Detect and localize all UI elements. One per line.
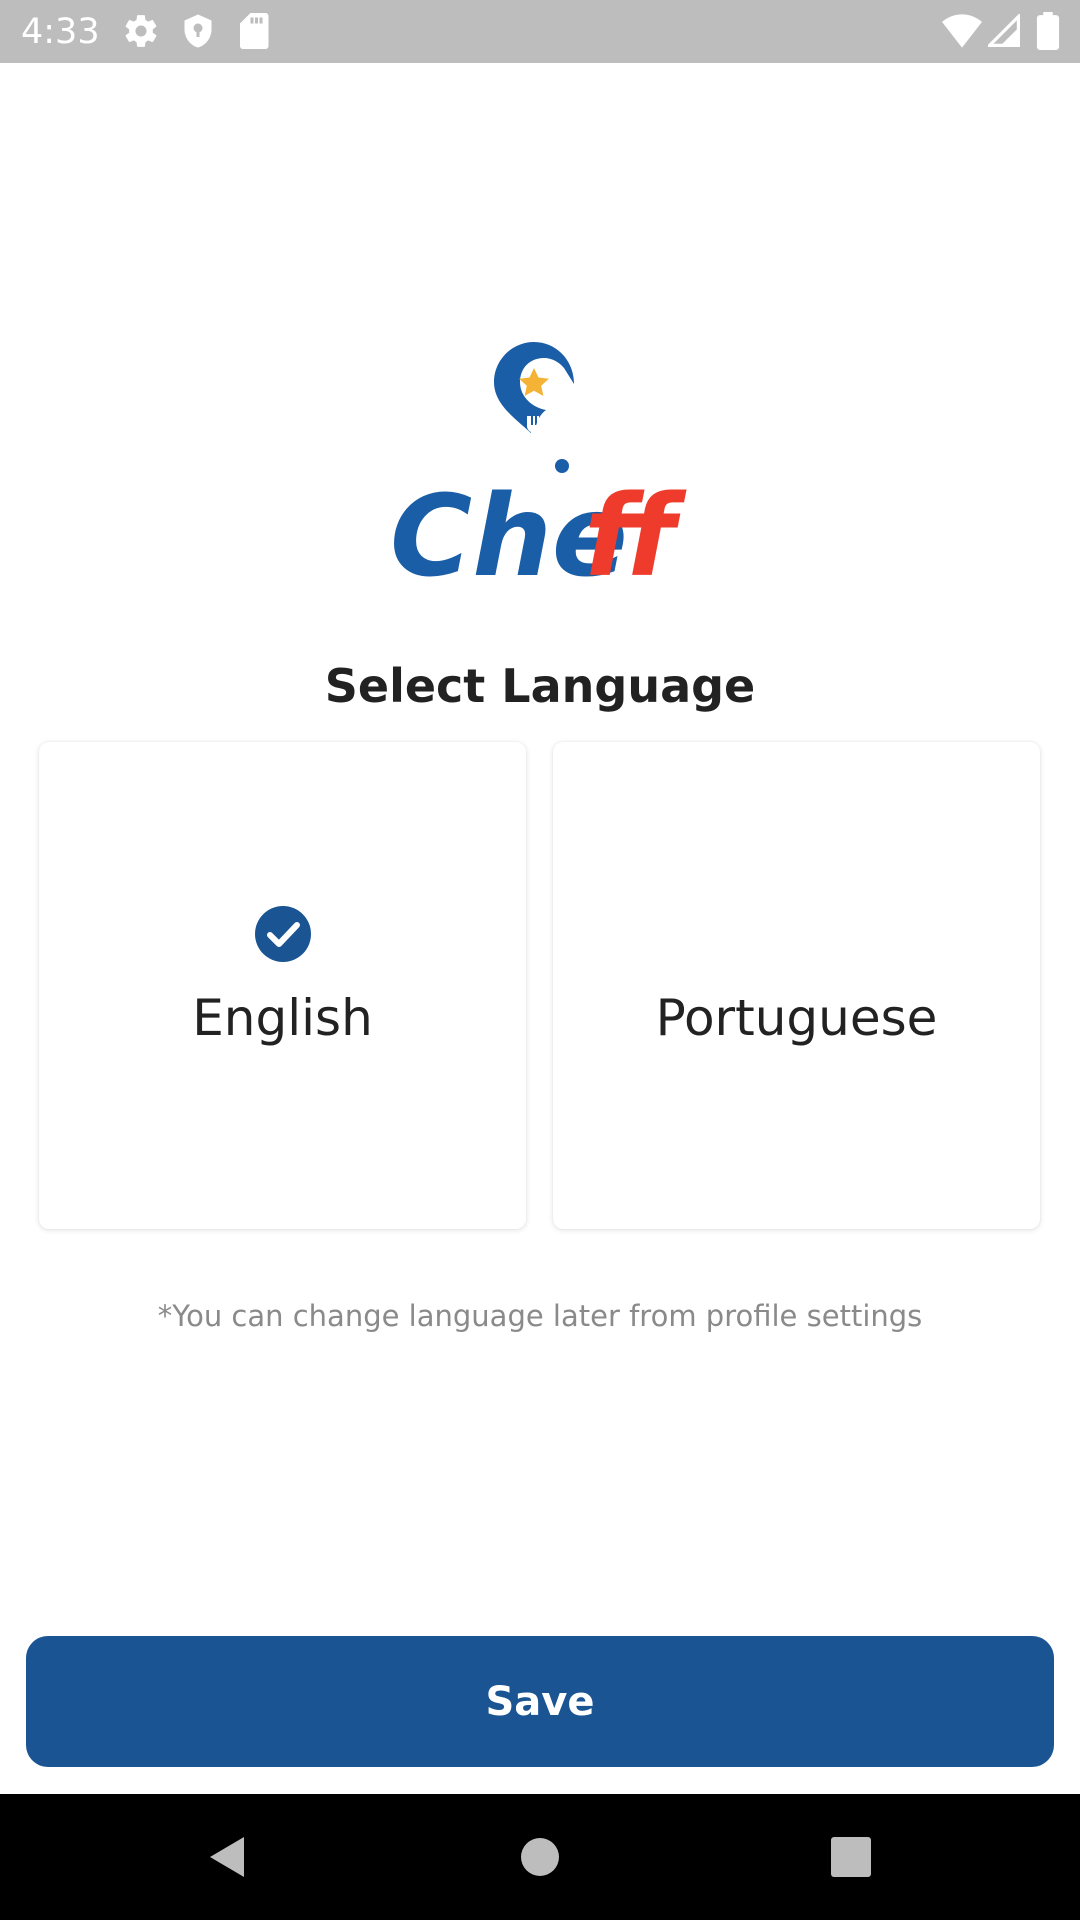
language-label: Portuguese: [655, 989, 938, 1047]
back-icon: [210, 1837, 244, 1877]
recents-button[interactable]: [791, 1794, 911, 1920]
battery-icon: [1036, 12, 1060, 50]
home-icon: [521, 1838, 559, 1876]
wifi-icon: [942, 14, 982, 48]
page-title: Select Language: [324, 659, 756, 713]
navigation-bar: [0, 1794, 1080, 1920]
cheff-logo: Che ff: [390, 342, 687, 580]
signal-icon: [988, 14, 1020, 47]
logo-text-ff: ff: [584, 472, 687, 580]
status-time: 4:33: [21, 12, 100, 52]
check-circle-icon: [255, 906, 311, 962]
language-label: English: [192, 989, 373, 1047]
sd-card-icon: [240, 13, 269, 49]
recents-icon: [831, 1837, 871, 1877]
home-button[interactable]: [480, 1794, 600, 1920]
save-button[interactable]: Save: [26, 1636, 1054, 1767]
language-option-english[interactable]: English: [39, 742, 526, 1229]
status-bar: 4:33: [0, 0, 1080, 63]
back-button[interactable]: [166, 1794, 286, 1920]
settings-icon: [125, 15, 157, 47]
language-option-portuguese[interactable]: Portuguese: [553, 742, 1040, 1229]
shield-icon: [184, 14, 212, 48]
language-hint: *You can change language later from prof…: [157, 1299, 923, 1333]
